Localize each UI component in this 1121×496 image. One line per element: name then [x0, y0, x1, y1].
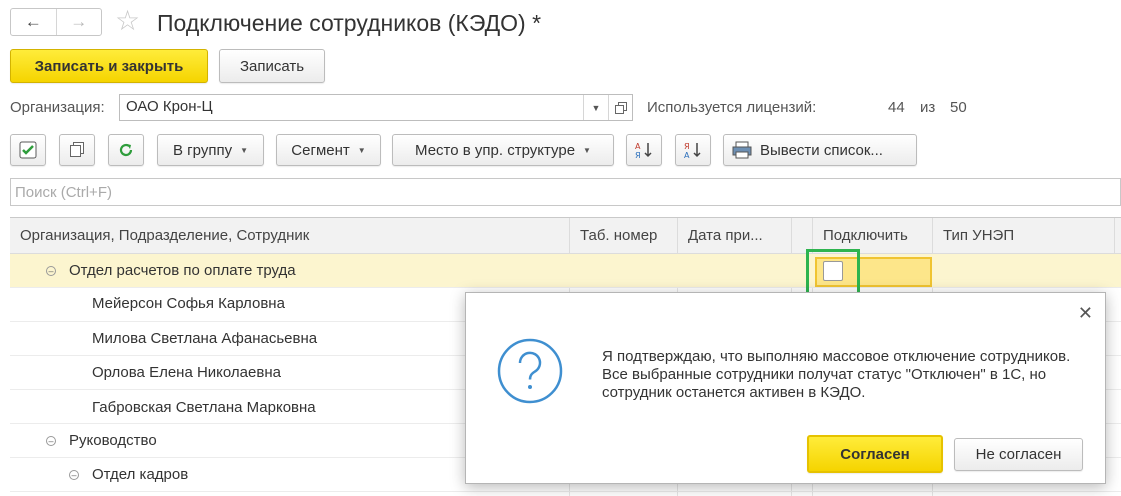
employee-name: Милова Светлана Афанасьевна [92, 330, 318, 347]
open-form-icon[interactable] [608, 95, 632, 120]
column-header[interactable]: Организация, Подразделение, Сотрудник [10, 218, 570, 254]
sort-descending-icon: ЯА [684, 142, 701, 160]
table-row[interactable]: – Отдел расчетов по оплате труда [10, 254, 1121, 288]
sort-ascending-icon: АЯ [635, 142, 652, 160]
sort-descending-button[interactable]: ЯА [675, 134, 711, 166]
highlight-frame [806, 249, 860, 296]
agree-button-frame: Согласен [807, 435, 943, 473]
refresh-button[interactable] [108, 134, 144, 166]
place-label: Место в упр. структуре [415, 141, 576, 159]
copy-icon [70, 142, 84, 157]
question-icon [497, 338, 563, 404]
dropdown-arrow-icon: ▼ [583, 145, 591, 155]
employee-name: Мейерсон Софья Карловна [92, 295, 285, 312]
dialog-message: Я подтверждаю, что выполняю массовое отк… [602, 348, 1071, 401]
search-input[interactable]: Поиск (Ctrl+F) [10, 178, 1121, 206]
department-name: Отдел расчетов по оплате труда [69, 262, 296, 279]
column-header[interactable]: Таб. номер [570, 218, 678, 254]
licenses-used: 44 [888, 99, 905, 116]
licenses-of-label: из [920, 99, 936, 116]
save-button[interactable]: Записать [219, 49, 325, 83]
column-header[interactable]: Тип УНЭП [933, 218, 1115, 254]
close-icon[interactable]: ✕ [1078, 303, 1093, 324]
disagree-button[interactable]: Не согласен [954, 438, 1083, 471]
employee-name: Орлова Елена Николаевна [92, 364, 281, 381]
department-name: Отдел кадров [92, 466, 189, 483]
refresh-icon [119, 143, 133, 157]
dropdown-arrow-icon: ▼ [357, 145, 366, 155]
print-list-icon [732, 141, 752, 159]
confirmation-dialog: ✕ Я подтверждаю, что выполняю массовое о… [465, 292, 1106, 484]
employee-name: Габровская Светлана Марковна [92, 399, 316, 416]
sort-ascending-button[interactable]: АЯ [626, 134, 662, 166]
export-list-label: Вывести список... [760, 141, 883, 159]
to-group-label: В группу [173, 141, 233, 159]
copy-button[interactable] [59, 134, 95, 166]
licenses-label: Используется лицензий: [647, 99, 817, 116]
export-list-button[interactable]: Вывести список... [723, 134, 917, 166]
agree-button[interactable]: Согласен [807, 435, 943, 473]
forward-arrow-icon[interactable]: → [55, 9, 102, 35]
to-group-button[interactable]: В группу ▼ [157, 134, 264, 166]
check-all-button[interactable] [10, 134, 46, 166]
svg-text:Я: Я [635, 151, 641, 160]
favorite-star-icon[interactable]: ☆ [115, 6, 140, 36]
checkbox-check-icon [19, 141, 37, 159]
licenses-total: 50 [950, 99, 967, 116]
navigation-buttons: ← → [10, 8, 102, 36]
window-title: Подключение сотрудников (КЭДО) * [157, 10, 542, 36]
column-header[interactable]: Дата при... [678, 218, 792, 254]
dropdown-icon[interactable]: ▼ [583, 95, 608, 120]
svg-text:А: А [684, 151, 690, 160]
dropdown-arrow-icon: ▼ [240, 145, 248, 155]
collapse-icon[interactable]: – [46, 436, 56, 446]
segment-label: Сегмент [291, 141, 350, 159]
organization-label: Организация: [10, 99, 105, 116]
svg-text:Я: Я [684, 142, 690, 151]
back-arrow-icon[interactable]: ← [11, 9, 56, 35]
svg-text:А: А [635, 142, 641, 151]
department-name: Руководство [69, 432, 157, 449]
organization-input[interactable]: ОАО Крон-Ц [120, 95, 583, 120]
collapse-icon[interactable]: – [69, 470, 79, 480]
place-in-structure-button[interactable]: Место в упр. структуре ▼ [392, 134, 614, 166]
segment-button[interactable]: Сегмент ▼ [276, 134, 381, 166]
organization-field: ОАО Крон-Ц ▼ [119, 94, 633, 121]
table-header: Организация, Подразделение, Сотрудник Та… [10, 218, 1121, 254]
collapse-icon[interactable]: – [46, 266, 56, 276]
save-and-close-button[interactable]: Записать и закрыть [10, 49, 208, 83]
